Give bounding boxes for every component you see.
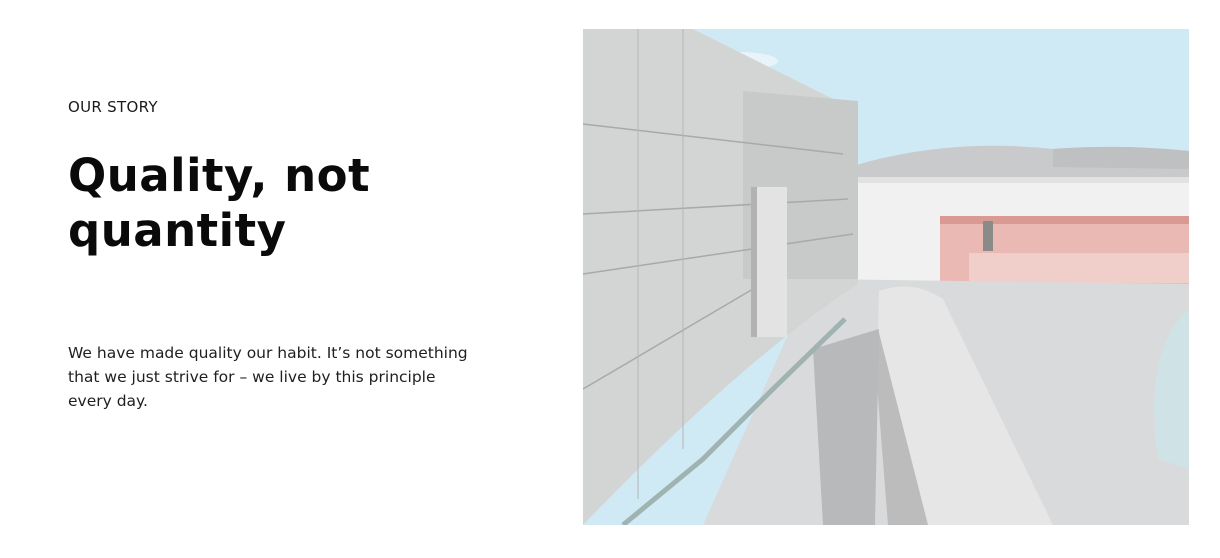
story-section: OUR STORY Quality, not quantity We have …: [0, 0, 1220, 558]
architecture-photo: [583, 29, 1189, 525]
section-body-text: We have made quality our habit. It’s not…: [68, 344, 468, 410]
headline-line-2: quantity: [68, 204, 287, 257]
headline-line-1: Quality, not: [68, 149, 371, 202]
section-eyebrow: OUR STORY: [68, 98, 158, 116]
section-headline: Quality, not quantity: [68, 148, 508, 258]
architecture-illustration: [583, 29, 1189, 525]
